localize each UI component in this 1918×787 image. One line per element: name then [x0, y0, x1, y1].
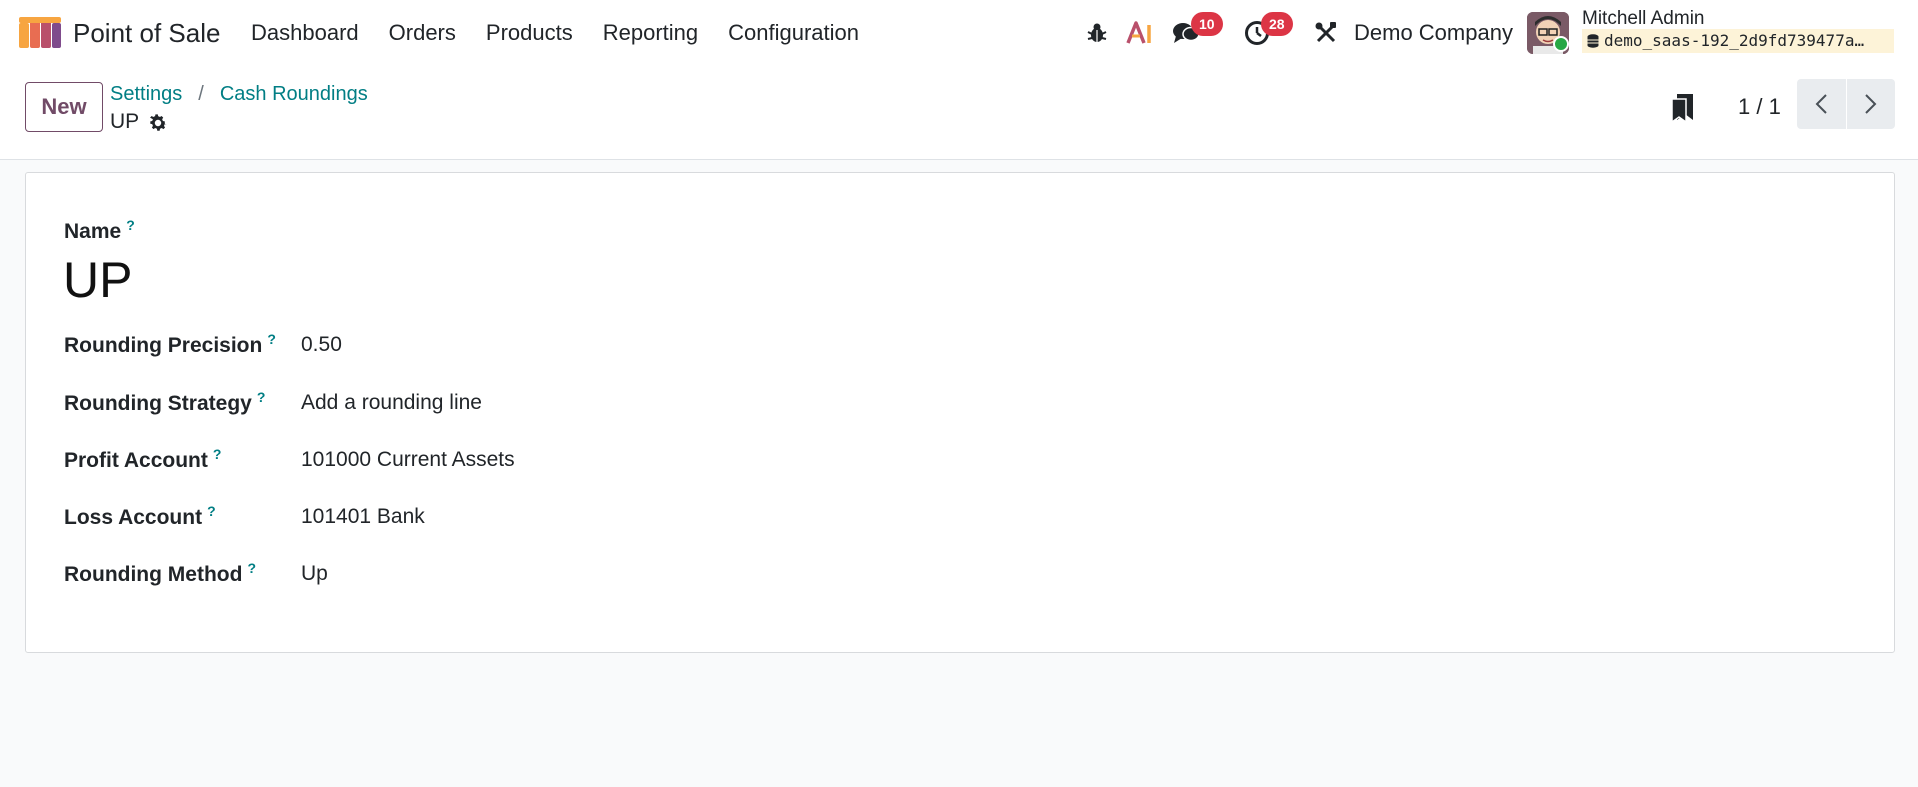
rounding-method-field[interactable]: Up — [301, 562, 328, 586]
form-sheet: Name? UP Rounding Precision? 0.50 Roundi… — [25, 172, 1895, 653]
rounding-strategy-help-tooltip[interactable]: ? — [257, 389, 266, 405]
profit-account-label: Profit Account? — [64, 446, 222, 472]
database-name: demo_saas-192_2d9fd739477a… — [1604, 31, 1865, 50]
rounding-strategy-label: Rounding Strategy? — [64, 389, 266, 415]
record-title: UP — [110, 110, 140, 133]
pager-previous-button[interactable] — [1797, 79, 1846, 129]
name-label: Name? — [64, 217, 135, 243]
breadcrumb: Settings / Cash Roundings — [110, 83, 368, 106]
database-chip[interactable]: demo_saas-192_2d9fd739477a… — [1582, 29, 1894, 53]
company-switcher[interactable]: Demo Company — [1354, 20, 1513, 46]
rounding-precision-field[interactable]: 0.50 — [301, 333, 342, 357]
rounding-precision-label: Rounding Precision? — [64, 331, 276, 357]
profit-account-help-tooltip[interactable]: ? — [213, 446, 222, 462]
rounding-method-label: Rounding Method? — [64, 560, 257, 586]
rounding-method-row: Rounding Method? Up — [64, 560, 1864, 594]
loss-account-label: Loss Account? — [64, 503, 216, 529]
rounding-strategy-field[interactable]: Add a rounding line — [301, 391, 482, 415]
presence-status-dot — [1553, 36, 1569, 52]
pager-value[interactable]: 1 / 1 — [1738, 94, 1781, 120]
profit-account-field[interactable]: 101000 Current Assets — [301, 448, 515, 472]
activities-badge: 28 — [1261, 12, 1293, 36]
breadcrumb-cash-roundings[interactable]: Cash Roundings — [220, 83, 368, 106]
new-button[interactable]: New — [25, 82, 103, 132]
loss-account-help-tooltip[interactable]: ? — [207, 503, 216, 519]
breadcrumb-settings[interactable]: Settings — [110, 83, 182, 106]
loss-account-field[interactable]: 101401 Bank — [301, 505, 425, 529]
debug-button[interactable] — [1082, 18, 1112, 48]
control-panel: New Settings / Cash Roundings UP 1 / 1 — [0, 66, 1918, 160]
name-help-tooltip[interactable]: ? — [126, 217, 135, 233]
chevron-right-icon — [1865, 94, 1877, 114]
gear-icon[interactable] — [147, 112, 169, 134]
bookmark-icon[interactable] — [1670, 92, 1696, 124]
chevron-left-icon — [1815, 94, 1827, 114]
rounding-strategy-row: Rounding Strategy? Add a rounding line — [64, 389, 1864, 423]
top-navbar: Point of Sale Dashboard Orders Products … — [0, 0, 1918, 66]
settings-tools-button[interactable] — [1311, 18, 1341, 48]
ai-icon — [1126, 21, 1151, 44]
tools-icon — [1315, 22, 1336, 43]
loss-account-row: Loss Account? 101401 Bank — [64, 503, 1864, 537]
pager-buttons — [1797, 79, 1895, 129]
pager-next-button[interactable] — [1846, 79, 1895, 129]
name-field[interactable]: UP — [63, 251, 132, 309]
user-menu[interactable]: Mitchell Admin — [1582, 8, 1705, 30]
database-icon — [1587, 34, 1599, 48]
messages-badge: 10 — [1191, 12, 1223, 36]
bug-icon — [1087, 23, 1107, 42]
ai-button[interactable] — [1125, 18, 1155, 48]
rounding-precision-row: Rounding Precision? 0.50 — [64, 331, 1864, 365]
rounding-method-help-tooltip[interactable]: ? — [247, 560, 256, 576]
breadcrumb-separator: / — [198, 83, 204, 105]
rounding-precision-help-tooltip[interactable]: ? — [267, 331, 276, 347]
profit-account-row: Profit Account? 101000 Current Assets — [64, 446, 1864, 480]
